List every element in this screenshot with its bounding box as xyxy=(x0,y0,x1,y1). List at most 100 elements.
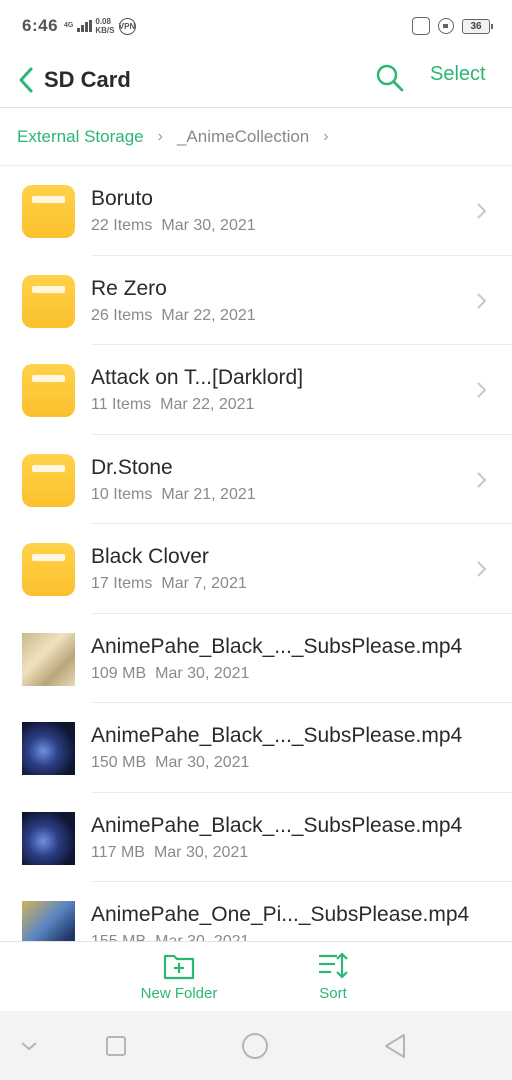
item-name: AnimePahe_One_Pi..._SubsPlease.mp4 xyxy=(91,903,470,926)
item-name: AnimePahe_Black_..._SubsPlease.mp4 xyxy=(91,813,463,837)
folder-row-re-zero[interactable]: Re Zero 26 Items Mar 22, 2021 xyxy=(0,256,512,345)
item-meta: 150 MB Mar 30, 2021 xyxy=(91,754,249,772)
item-date: Mar 30, 2021 xyxy=(155,754,250,771)
sort-icon xyxy=(319,952,348,979)
net-speed-value: 0.08 xyxy=(95,17,111,26)
item-date: Mar 21, 2021 xyxy=(161,485,256,503)
item-date: Mar 30, 2021 xyxy=(155,664,250,682)
folder-icon xyxy=(22,185,75,238)
item-meta: 26 Items Mar 22, 2021 xyxy=(91,307,256,325)
item-count: 22 Items xyxy=(91,217,153,234)
item-date: Mar 30, 2021 xyxy=(153,843,249,861)
item-name: Re Zero xyxy=(91,276,167,300)
item-count: 11 Items xyxy=(91,396,152,413)
item-count: 10 Items xyxy=(91,485,153,503)
breadcrumb-root[interactable]: External Storage xyxy=(17,127,144,147)
net-speed: 0.08 KB/S xyxy=(95,17,114,35)
folder-row-boruto[interactable]: Boruto 22 Items Mar 30, 2021 xyxy=(0,166,512,256)
system-nav-bar xyxy=(0,1011,512,1080)
title-bar: SD Card Select xyxy=(0,52,512,107)
item-date: Mar 22, 2021 xyxy=(161,306,256,324)
breadcrumb: External Storage › _AnimeCollection › xyxy=(0,108,512,165)
new-folder-label: New Folder xyxy=(140,985,218,1002)
search-icon xyxy=(376,64,404,92)
item-date: Mar 30, 2021 xyxy=(161,217,256,234)
chevron-right-icon xyxy=(477,561,487,577)
item-date: Mar 30, 2021 xyxy=(155,933,249,941)
item-size: 117 MB xyxy=(91,843,145,861)
item-meta: 11 Items Mar 22, 2021 xyxy=(91,396,254,414)
item-name: AnimePahe_Black_..._SubsPlease.mp4 xyxy=(91,634,463,658)
video-row[interactable]: AnimePahe_One_Pi..._SubsPlease.mp4 155 M… xyxy=(0,882,512,941)
item-name: Dr.Stone xyxy=(91,455,173,479)
signal-icon xyxy=(77,20,92,32)
chevron-right-icon xyxy=(477,382,487,398)
rotation-lock-icon xyxy=(438,18,454,34)
square-icon xyxy=(106,1036,126,1056)
item-name: Black Clover xyxy=(91,545,209,568)
new-folder-button[interactable]: New Folder xyxy=(119,952,239,1002)
folder-icon xyxy=(22,543,75,596)
item-size: 155 MB xyxy=(91,933,146,941)
status-time: 6:46 xyxy=(22,16,59,35)
status-left-icons: 4G 0.08 KB/S VPN xyxy=(64,17,136,35)
video-thumbnail xyxy=(22,811,75,865)
sort-label: Sort xyxy=(319,985,347,1002)
chevron-right-icon: › xyxy=(157,127,163,145)
folder-icon xyxy=(22,453,75,507)
search-button[interactable] xyxy=(370,58,410,98)
item-meta: 109 MB Mar 30, 2021 xyxy=(91,665,249,683)
item-count: 26 Items xyxy=(91,306,153,324)
folder-row-attack-on-titan[interactable]: Attack on T...[Darklord] 11 Items Mar 22,… xyxy=(0,345,512,435)
triangle-back-icon xyxy=(385,1034,405,1058)
status-bar: 6:46 4G 0.08 KB/S VPN 36 xyxy=(0,0,512,52)
folder-row-dr-stone[interactable]: Dr.Stone 10 Items Mar 21, 2021 xyxy=(0,435,512,524)
select-button[interactable]: Select xyxy=(430,52,486,96)
vpn-icon: VPN xyxy=(118,17,136,35)
item-meta: 117 MB Mar 30, 2021 xyxy=(91,844,248,862)
status-right-icons: 36 xyxy=(412,17,493,35)
nav-back-button[interactable] xyxy=(380,1031,410,1061)
video-thumbnail xyxy=(22,722,75,775)
folder-row-black-clover[interactable]: Black Clover 17 Items Mar 7, 2021 xyxy=(0,524,512,614)
sort-button[interactable]: Sort xyxy=(273,952,393,1002)
video-row[interactable]: AnimePahe_Black_..._SubsPlease.mp4 117 M… xyxy=(0,793,512,882)
breadcrumb-current[interactable]: _AnimeCollection xyxy=(177,127,309,147)
item-meta: 22 Items Mar 30, 2021 xyxy=(91,217,256,235)
item-date: Mar 22, 2021 xyxy=(160,396,255,413)
chevron-down-icon xyxy=(21,1042,37,1051)
chevron-left-icon xyxy=(19,67,33,92)
item-size: 150 MB xyxy=(91,754,147,771)
chevron-right-icon: › xyxy=(323,127,329,145)
file-list: Boruto 22 Items Mar 30, 2021 Re Zero 26 I… xyxy=(0,166,512,941)
chevron-right-icon xyxy=(477,292,487,309)
item-name: Attack on T...[Darklord] xyxy=(91,366,304,389)
item-name: AnimePahe_Black_..._SubsPlease.mp4 xyxy=(91,724,463,747)
video-row[interactable]: AnimePahe_Black_..._SubsPlease.mp4 150 M… xyxy=(0,703,512,793)
item-date: Mar 7, 2021 xyxy=(161,575,247,592)
folder-icon xyxy=(22,274,75,328)
nav-recents-button[interactable] xyxy=(101,1031,131,1061)
network-type: 4G xyxy=(64,22,74,29)
page-title: SD Card xyxy=(44,66,131,92)
folder-icon xyxy=(22,364,75,417)
back-button[interactable] xyxy=(6,58,46,102)
bottom-action-bar: New Folder Sort xyxy=(0,941,512,1011)
video-thumbnail xyxy=(22,901,75,941)
item-meta: 17 Items Mar 7, 2021 xyxy=(91,575,247,593)
nav-collapse-button[interactable] xyxy=(14,1031,44,1061)
chevron-right-icon xyxy=(477,471,487,488)
item-size: 109 MB xyxy=(91,664,147,682)
video-thumbnail xyxy=(22,632,75,686)
item-count: 17 Items xyxy=(91,575,153,592)
item-name: Boruto xyxy=(91,187,153,210)
nav-home-button[interactable] xyxy=(240,1031,270,1061)
battery-level: 36 xyxy=(470,20,482,32)
item-meta: 10 Items Mar 21, 2021 xyxy=(91,486,256,504)
vibrate-icon xyxy=(412,17,430,35)
video-row[interactable]: AnimePahe_Black_..._SubsPlease.mp4 109 M… xyxy=(0,614,512,703)
new-folder-icon xyxy=(163,954,195,980)
item-meta: 155 MB Mar 30, 2021 xyxy=(91,933,249,941)
net-speed-unit: KB/S xyxy=(95,26,115,35)
chevron-right-icon xyxy=(477,203,487,219)
